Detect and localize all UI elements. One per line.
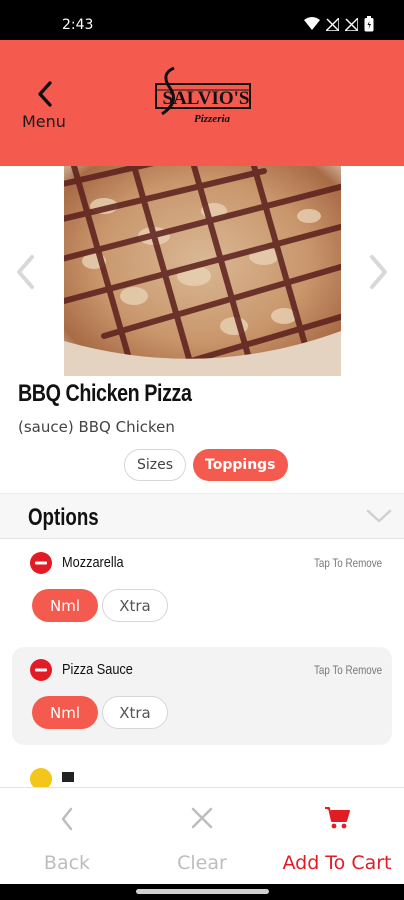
options-title: Options (28, 504, 99, 531)
tab-toppings[interactable]: Toppings (193, 449, 288, 481)
close-icon (191, 807, 213, 829)
chevron-left-icon (61, 807, 73, 831)
amount-normal-button[interactable]: Nml (32, 589, 98, 622)
item-image-gallery (0, 166, 404, 376)
clear-button[interactable]: Clear (135, 788, 269, 885)
topping-row-mozzarella: Mozzarella Tap To Remove Nml Xtra (12, 540, 392, 638)
status-bar: 2:43 (0, 0, 404, 40)
tap-to-remove-hint: Tap To Remove (313, 556, 382, 570)
clear-label: Clear (177, 852, 227, 874)
wifi-icon (304, 17, 320, 30)
chevron-down-icon[interactable] (366, 508, 392, 524)
options-section-header[interactable]: Options (0, 493, 404, 539)
battery-icon (364, 16, 374, 32)
app-header: Menu SALVIO'S Pizzeria (0, 40, 404, 166)
signal-off-icon (326, 17, 339, 31)
back-label: Back (43, 852, 91, 874)
logo-subtext: Pizzeria (194, 113, 231, 125)
topping-name: Mozzarella (62, 554, 124, 571)
remove-icon[interactable] (30, 659, 52, 681)
status-icons (304, 16, 374, 32)
salvios-logo: SALVIO'S Pizzeria (152, 64, 254, 134)
menu-back-button[interactable]: Menu (18, 78, 78, 138)
remove-icon[interactable] (30, 552, 52, 574)
option-tabs: Sizes Toppings (124, 449, 288, 481)
system-navigation-bar (0, 884, 404, 900)
back-button[interactable]: Back (0, 788, 134, 885)
bottom-action-bar: Back Clear Add To Cart (0, 787, 404, 884)
topping-row-pizza-sauce: Pizza Sauce Tap To Remove Nml Xtra (12, 647, 392, 745)
next-image-icon[interactable] (366, 254, 390, 290)
status-time: 2:43 (62, 17, 94, 33)
tap-to-remove-hint: Tap To Remove (313, 663, 382, 677)
topping-name-partial (62, 772, 74, 782)
amount-extra-button[interactable]: Xtra (102, 589, 168, 622)
amount-selector: Nml Xtra (32, 589, 168, 622)
amount-extra-button[interactable]: Xtra (102, 696, 168, 729)
item-description: (sauce) BBQ Chicken (18, 418, 175, 436)
menu-back-label: Menu (22, 112, 66, 131)
add-to-cart-button[interactable]: Add To Cart (270, 788, 404, 885)
signal-off-icon-2 (345, 17, 358, 31)
item-title: BBQ Chicken Pizza (18, 380, 192, 407)
tab-sizes[interactable]: Sizes (124, 449, 187, 481)
add-to-cart-label: Add To Cart (282, 852, 392, 874)
cart-icon (325, 807, 350, 829)
pizza-photo (64, 166, 341, 376)
chevron-left-icon (38, 81, 52, 107)
previous-image-icon[interactable] (14, 254, 38, 290)
amount-normal-button[interactable]: Nml (32, 696, 98, 729)
logo-text: SALVIO'S (163, 88, 250, 109)
topping-name: Pizza Sauce (62, 661, 133, 678)
home-indicator[interactable] (136, 889, 269, 894)
amount-selector: Nml Xtra (32, 696, 168, 729)
